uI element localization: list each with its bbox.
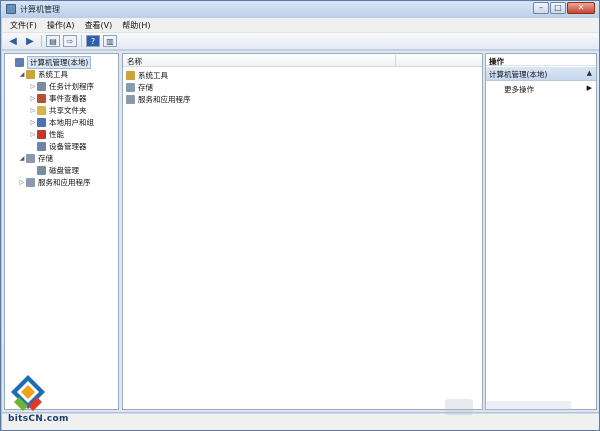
main-content: 计算机管理(本地) ◢ 系统工具 ▷ 任务计划程序 ▷ 事件查看器 ▷ 共享文件夹 ▷ 本地用户和组…: [2, 51, 599, 412]
collapsed-arrow-icon[interactable]: ▷: [29, 95, 37, 102]
tree-item[interactable]: ▷ 服务和应用程序: [18, 176, 91, 188]
collapsed-arrow-icon[interactable]: ▷: [18, 179, 26, 186]
menu-action[interactable]: 操作(A): [47, 20, 75, 31]
tree-item[interactable]: ▷ 本地用户和组: [29, 116, 94, 128]
computer-management-window: 计算机管理 – □ ✕ 文件(F) 操作(A) 查看(V) 帮助(H) ◀ ▶ …: [0, 0, 600, 431]
toolbar-separator: [41, 35, 42, 47]
tree-item-label: 磁盘管理: [49, 165, 79, 175]
performance-icon: [37, 129, 46, 139]
tree-item-label: 本地用户和组: [49, 117, 94, 127]
event-viewer-icon: [37, 93, 46, 103]
console-tree: 计算机管理(本地) ◢ 系统工具 ▷ 任务计划程序 ▷ 事件查看器 ▷ 共享文件夹 ▷ 本地用户和组…: [4, 53, 119, 410]
tree-item[interactable]: ▷ 事件查看器: [29, 92, 87, 104]
tree-item[interactable]: ▷ 性能: [29, 128, 64, 140]
app-icon: [6, 4, 16, 14]
watermark-text: bitsCN.com: [8, 414, 69, 424]
actions-header: 操作: [486, 54, 596, 66]
tree-item-label: 设备管理器: [49, 141, 87, 151]
column-header-name[interactable]: 名称: [127, 56, 142, 67]
tree-item[interactable]: 设备管理器: [29, 140, 87, 152]
more-actions-item[interactable]: 更多操作 ▶: [504, 84, 592, 96]
bitscn-watermark: bitsCN.com: [5, 373, 85, 425]
tree-item[interactable]: ▷ 共享文件夹: [29, 104, 87, 116]
minimize-icon[interactable]: –: [533, 2, 549, 14]
system-tools-icon: [126, 70, 135, 80]
more-actions-label: 更多操作: [504, 85, 534, 94]
computer-management-icon: [15, 57, 24, 67]
task-scheduler-icon: [37, 81, 46, 91]
export-list-icon[interactable]: ⇨: [63, 35, 77, 47]
details-pane: 名称 系统工具存储服务和应用程序: [122, 53, 483, 410]
title-bar[interactable]: 计算机管理 – □ ✕: [1, 1, 599, 18]
window-controls: – □ ✕: [532, 2, 595, 14]
list-item-label: 服务和应用程序: [138, 94, 191, 104]
local-users-icon: [37, 117, 46, 127]
device-manager-icon: [37, 141, 46, 151]
tree-item[interactable]: ◢ 系统工具: [18, 68, 68, 80]
menu-bar: 文件(F) 操作(A) 查看(V) 帮助(H): [2, 18, 599, 33]
storage-icon: [26, 153, 35, 163]
list-item[interactable]: 系统工具: [126, 69, 168, 81]
window-title: 计算机管理: [20, 5, 60, 14]
faded-logo-watermark: [445, 399, 571, 415]
list-item[interactable]: 服务和应用程序: [126, 93, 191, 105]
back-arrow-icon[interactable]: ◀: [6, 35, 20, 47]
list-item-label: 系统工具: [138, 70, 168, 80]
collapse-up-icon[interactable]: ▲: [587, 69, 592, 77]
actions-section-computer-management[interactable]: 计算机管理(本地) ▲: [486, 67, 596, 81]
menu-view[interactable]: 查看(V): [85, 20, 113, 31]
disk-management-icon: [37, 165, 46, 175]
tree-item[interactable]: ▷ 任务计划程序: [29, 80, 94, 92]
actions-section-label: 计算机管理(本地): [489, 70, 548, 79]
toolbar-separator: [81, 35, 82, 47]
help-icon[interactable]: ?: [86, 35, 100, 47]
collapsed-arrow-icon[interactable]: ▷: [29, 131, 37, 138]
tree-item[interactable]: 计算机管理(本地): [7, 55, 92, 69]
expanded-arrow-icon[interactable]: ◢: [18, 155, 26, 162]
list-item[interactable]: 存储: [126, 81, 153, 93]
expanded-arrow-icon[interactable]: ◢: [18, 71, 26, 78]
bitscn-logo-icon: [11, 375, 45, 411]
services-apps-icon: [26, 177, 35, 187]
show-hide-console-tree-icon[interactable]: ▤: [46, 35, 60, 47]
tree-item-label: 共享文件夹: [49, 105, 87, 115]
forward-arrow-icon[interactable]: ▶: [23, 35, 37, 47]
collapsed-arrow-icon[interactable]: ▷: [29, 119, 37, 126]
list-item-label: 存储: [138, 82, 153, 92]
toolbar: ◀ ▶ ▤ ⇨ ? ▥: [2, 33, 599, 50]
list-header: 名称: [123, 54, 482, 67]
system-tools-icon: [26, 69, 35, 79]
tree-item[interactable]: ◢ 存储: [18, 152, 53, 164]
actions-pane: 操作 计算机管理(本地) ▲ 更多操作 ▶: [485, 53, 597, 410]
menu-file[interactable]: 文件(F): [10, 20, 37, 31]
tree-item-label: 事件查看器: [49, 93, 87, 103]
chevron-right-icon: ▶: [586, 84, 592, 92]
close-icon[interactable]: ✕: [567, 2, 595, 14]
tree-item-label: 存储: [38, 153, 53, 163]
maximize-icon[interactable]: □: [550, 2, 566, 14]
tree-item-label: 性能: [49, 129, 64, 139]
tree-item-label: 计算机管理(本地): [27, 55, 92, 69]
storage-icon: [126, 82, 135, 92]
services-apps-icon: [126, 94, 135, 104]
menu-help[interactable]: 帮助(H): [122, 20, 150, 31]
column-divider[interactable]: [395, 55, 396, 66]
collapsed-arrow-icon[interactable]: ▷: [29, 107, 37, 114]
tree-item-label: 服务和应用程序: [38, 177, 91, 187]
tree-item-label: 系统工具: [38, 69, 68, 79]
shared-folders-icon: [37, 105, 46, 115]
collapsed-arrow-icon[interactable]: ▷: [29, 83, 37, 90]
tree-item[interactable]: 磁盘管理: [29, 164, 79, 176]
tree-item-label: 任务计划程序: [49, 81, 94, 91]
show-hide-action-pane-icon[interactable]: ▥: [103, 35, 117, 47]
